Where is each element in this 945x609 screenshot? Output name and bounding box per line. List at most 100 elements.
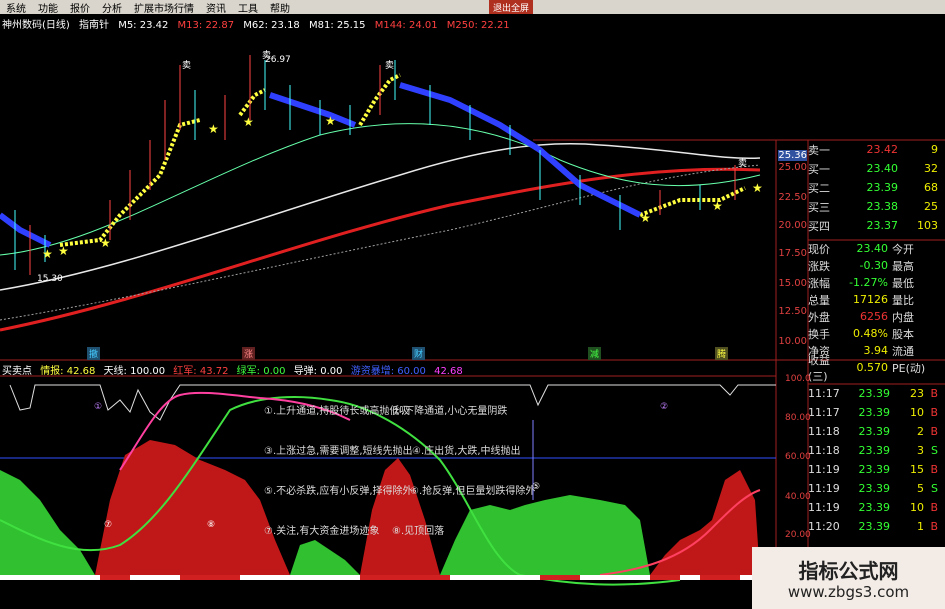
stat-value: -0.30 [859,259,888,272]
order-row[interactable]: 买三 23.38 25 [808,197,945,216]
note-1: ①.上升通道,持股待长或高抛低吸 [264,406,410,417]
order-row[interactable]: 买四 23.37 103 [808,216,945,235]
event-marker-2[interactable]: 涨 [242,347,256,360]
stats-row: 收益(三) 0.570 PE(动) [808,354,945,383]
order-label: 卖一 [808,143,830,157]
sell-label-4: 卖 [738,159,748,169]
indicator-hot-money: 游资暴增: 60.00 [350,366,426,377]
stat-label: 现价 [808,242,830,256]
sell-label-3: 卖 [385,61,395,71]
axis-tick: 17.50 [778,248,807,259]
stat-label: 换手 [808,327,830,341]
site-watermark: 指标公式网 www.zbgs3.com [752,547,945,609]
stat-label-2: 内盘 [892,310,914,324]
trade-qty: 10 [910,406,924,419]
order-label: 买三 [808,200,830,214]
axis-tick: 15.00 [778,278,807,289]
svg-text:★: ★ [325,114,336,128]
trade-row: 11:17 23.39 10 B [808,403,945,422]
order-volume: 32 [924,162,938,175]
stats-row: 总量 17126 量比 [808,291,945,308]
order-label: 买一 [808,162,830,176]
event-marker-4[interactable]: 减 [588,347,602,360]
stat-value: 0.48% [853,327,888,340]
note-3: ③.上涨过急,需要调整,短线先抛出 [264,446,413,457]
trade-qty: 2 [917,425,924,438]
order-label: 买二 [808,181,830,195]
indicator-axis-tick: 80.00 [785,413,811,423]
sell-label-1: 卖 [182,61,192,71]
svg-text:★: ★ [712,199,723,213]
order-volume: 68 [924,181,938,194]
trade-row: 11:18 23.39 2 B [808,422,945,441]
axis-tick: 10.00 [778,336,807,347]
svg-text:★: ★ [100,236,111,250]
trade-price: 23.39 [858,501,891,514]
note-7: ⑦.关注,有大资金进场迹象 [264,526,380,537]
trade-time: 11:18 [808,444,840,457]
axis-tick: 12.50 [778,306,807,317]
stats-row: 换手 0.48% 股本 [808,325,945,342]
stat-label: 涨幅 [808,276,830,290]
trade-side: B [930,425,938,438]
trade-row: 11:17 23.39 23 B [808,384,945,403]
trade-qty: 3 [917,444,924,457]
trade-time: 11:19 [808,482,840,495]
event-marker-5[interactable]: 腾 [715,347,729,360]
stats-row: 涨跌 -0.30 最高 [808,257,945,274]
trade-time: 11:17 [808,387,840,400]
indicator-axis-tick: 60.00 [785,452,811,462]
indicator-value: 42.68 [434,366,463,377]
uptrend-band-4 [639,186,746,217]
trade-qty: 15 [910,463,924,476]
order-row[interactable]: 买二 23.39 68 [808,178,945,197]
order-volume: 25 [924,200,938,213]
order-row[interactable]: 卖一 23.42 9 [808,140,945,159]
svg-text:★: ★ [752,181,763,195]
stat-label: 外盘 [808,310,830,324]
red-army-bars [95,440,760,575]
trade-side: S [931,482,938,495]
signal-marker: ⑧ [207,520,216,530]
order-row[interactable]: 买一 23.40 32 [808,159,945,178]
indicator-title: 买卖点 [2,366,32,377]
order-price: 23.39 [866,181,899,194]
event-marker-3[interactable]: 财 [412,347,426,360]
stat-label-2: 量比 [892,293,914,307]
axis-tick: 22.50 [778,192,807,203]
event-marker-1[interactable]: 撤 [87,347,101,360]
order-volume: 9 [931,143,938,156]
trade-qty: 10 [910,501,924,514]
downtrend-band-1 [0,212,52,248]
stat-value: -1.27% [849,276,888,289]
downtrend-band-3 [399,82,642,218]
signal-marker: ② [660,402,669,412]
trade-side: S [931,444,938,457]
price-axis: 25.36 25.00 22.50 20.00 17.50 15.00 12.5… [777,140,807,360]
trade-row: 11:19 23.39 10 B [808,498,945,517]
indicator-missile: 导弹: 0.00 [293,366,343,377]
trade-price: 23.39 [858,520,891,533]
order-label: 买四 [808,219,830,233]
trade-price: 23.39 [858,387,891,400]
note-2: ②.下降通道,小心无量阴跌 [392,406,508,417]
stat-value: 17126 [853,293,888,306]
axis-tick: 25.00 [778,162,807,173]
axis-tick: 25.36 [778,150,807,161]
watermark-url: www.zbgs3.com [787,583,910,601]
signal-marker: ⑦ [104,520,113,530]
stat-label: 总量 [808,293,830,307]
svg-text:★: ★ [58,244,69,258]
stat-label-2: PE(动) [892,361,926,375]
ma62-line [0,123,761,256]
trade-side: B [930,463,938,476]
trade-row: 11:20 23.39 1 B [808,517,945,536]
low-price-label: 15.30 [37,274,63,284]
trade-time: 11:19 [808,501,840,514]
indicator-red-army: 红军: 43.72 [173,366,229,377]
trade-price: 23.39 [858,482,891,495]
stat-label: 收益(三) [808,353,830,383]
trade-side: B [930,387,938,400]
stat-label-2: 今开 [892,242,914,256]
axis-tick: 20.00 [778,220,807,231]
